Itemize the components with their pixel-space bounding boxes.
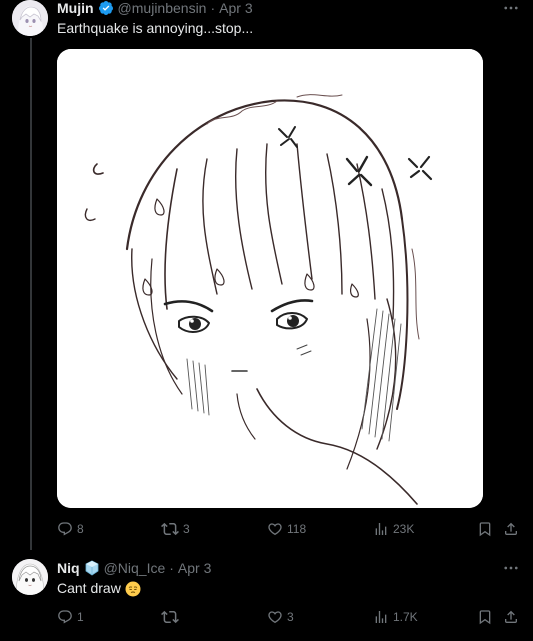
anime-girl-avatar-icon (12, 559, 48, 595)
more-options-button[interactable] (499, 559, 523, 577)
views-button[interactable]: 1.7K (373, 606, 418, 628)
author-name[interactable]: Mujin (57, 0, 94, 16)
heart-icon (268, 611, 282, 624)
reply-icon (58, 610, 72, 624)
heart-icon (268, 523, 282, 536)
repost-count: 3 (183, 522, 190, 536)
tweet-action-bar: 1 3 1.7K (57, 606, 523, 628)
more-options-button[interactable] (499, 0, 523, 17)
repost-button[interactable]: 3 (161, 518, 190, 540)
repost-icon (161, 610, 179, 624)
like-count: 3 (287, 610, 294, 624)
bookmark-icon (479, 522, 491, 537)
annoyed-anime-girl-sketch-icon (57, 49, 483, 508)
pensive-face-emoji-icon (125, 581, 141, 597)
bookmark-icon (479, 610, 491, 625)
bookmark-button[interactable] (477, 606, 493, 628)
tweet-text-container: Cant draw (57, 580, 141, 597)
bookmark-button[interactable] (477, 518, 493, 540)
views-chart-icon (375, 611, 387, 623)
repost-button[interactable] (161, 606, 183, 628)
more-dots-icon (504, 6, 518, 10)
views-chart-icon (375, 523, 387, 535)
tweet-media-image[interactable] (57, 49, 483, 508)
repost-icon (161, 522, 179, 536)
anime-girl-avatar-icon (12, 0, 48, 36)
author-handle[interactable]: @mujinbensin (118, 0, 207, 16)
reply-button[interactable]: 8 (57, 518, 84, 540)
share-button[interactable] (503, 518, 519, 540)
views-count: 1.7K (393, 610, 418, 624)
reply-count: 1 (77, 610, 84, 624)
separator-dot: · (169, 560, 174, 576)
reply-button[interactable]: 1 (57, 606, 84, 628)
ice-cube-icon (84, 560, 100, 576)
more-dots-icon (504, 566, 518, 570)
separator-dot: · (210, 0, 216, 16)
share-button[interactable] (503, 606, 519, 628)
tweet-header: Niq @Niq_Ice · Apr 3 (57, 559, 211, 577)
share-icon (505, 610, 517, 623)
avatar[interactable] (12, 0, 48, 36)
verified-badge-icon (98, 0, 114, 16)
tweet-text: Earthquake is annoying...stop... (57, 20, 254, 36)
tweet-date[interactable]: Apr 3 (219, 0, 252, 16)
share-icon (505, 522, 517, 535)
like-count: 118 (287, 522, 307, 536)
like-button[interactable]: 3 (267, 606, 294, 628)
tweet-text: Cant draw (57, 580, 121, 596)
avatar[interactable] (12, 559, 48, 595)
author-handle[interactable]: @Niq_Ice (104, 560, 166, 576)
tweet-header: Mujin @mujinbensin · Apr 3 (57, 0, 253, 17)
views-button[interactable]: 23K (373, 518, 414, 540)
tweet-date[interactable]: Apr 3 (178, 560, 211, 576)
reply-icon (58, 522, 72, 536)
tweet-action-bar: 8 3 118 23K (57, 518, 523, 540)
like-button[interactable]: 118 (267, 518, 306, 540)
reply-count: 8 (77, 522, 84, 536)
views-count: 23K (393, 522, 415, 536)
author-name[interactable]: Niq (57, 560, 80, 576)
thread-connector-line (30, 38, 32, 550)
